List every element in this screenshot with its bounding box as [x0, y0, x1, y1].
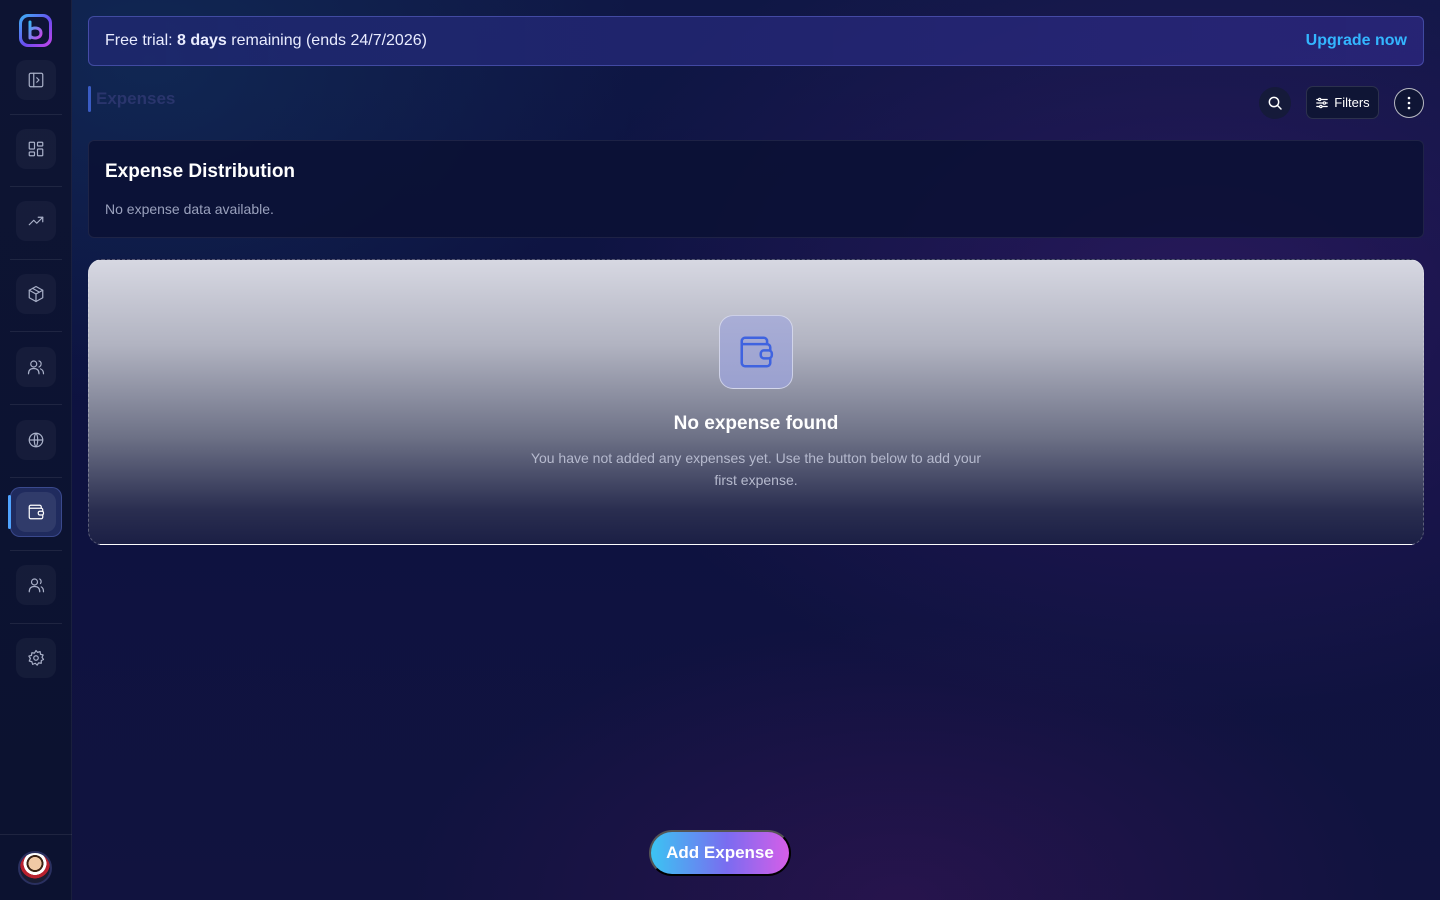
logo-b-icon — [28, 20, 43, 39]
filters-label: Filters — [1334, 95, 1370, 110]
trial-suffix: remaining (ends 24/7/2026) — [226, 32, 427, 49]
sidebar-item-customers[interactable] — [16, 347, 56, 387]
distribution-title: Expense Distribution — [105, 161, 296, 182]
distribution-empty-text: No expense data available. — [105, 201, 274, 217]
app-logo[interactable] — [19, 14, 52, 47]
divider — [10, 404, 62, 405]
sidebar-item-settings[interactable] — [16, 638, 56, 678]
sidebar-item-expenses-icon-wrap[interactable] — [16, 492, 56, 532]
sidebar-item-products[interactable] — [16, 274, 56, 314]
divider — [10, 550, 62, 551]
add-expense-button[interactable]: Add Expense — [649, 830, 791, 876]
more-options-button[interactable] — [1394, 88, 1424, 118]
package-icon — [28, 285, 44, 303]
dashboard-icon — [28, 141, 44, 157]
more-vertical-icon — [1407, 96, 1411, 110]
divider — [100, 544, 1412, 545]
page-header: Expenses — [88, 86, 175, 112]
users-icon — [27, 360, 45, 375]
logo-mark — [22, 17, 49, 44]
search-icon — [1268, 96, 1282, 110]
divider — [0, 834, 72, 835]
trial-prefix: Free trial: — [105, 32, 178, 49]
divider — [10, 623, 62, 624]
sidebar-item-global[interactable] — [16, 420, 56, 460]
sidebar-toggle-button[interactable] — [16, 60, 56, 100]
sidebar-item-dashboard[interactable] — [16, 129, 56, 169]
trial-message: Free trial: 8 days remaining (ends 24/7/… — [105, 32, 427, 50]
divider — [10, 114, 62, 115]
divider — [10, 477, 62, 478]
trial-days: 8 days — [177, 32, 227, 49]
team-icon — [28, 578, 45, 593]
trial-banner: Free trial: 8 days remaining (ends 24/7/… — [88, 16, 1424, 66]
avatar[interactable] — [18, 851, 52, 885]
empty-state-title: No expense found — [673, 413, 839, 434]
trending-up-icon — [28, 216, 44, 226]
sliders-icon — [1316, 97, 1329, 108]
globe-icon — [28, 432, 44, 448]
gear-icon — [28, 649, 45, 666]
sidebar — [0, 0, 72, 900]
expense-distribution-card: Expense Distribution No expense data ava… — [88, 140, 1424, 238]
divider — [10, 259, 62, 260]
sidebar-panel-icon — [28, 72, 44, 88]
empty-state-icon-box — [719, 315, 793, 389]
sidebar-item-team[interactable] — [16, 565, 56, 605]
empty-state-description: You have not added any expenses yet. Use… — [530, 450, 982, 488]
active-indicator — [8, 495, 11, 529]
upgrade-link[interactable]: Upgrade now — [1306, 32, 1407, 50]
title-accent-bar — [88, 86, 91, 112]
filters-button[interactable]: Filters — [1306, 86, 1379, 119]
empty-state: No expense found You have not added any … — [88, 259, 1424, 545]
search-button[interactable] — [1259, 87, 1291, 119]
wallet-icon — [28, 504, 45, 520]
page-title: Expenses — [96, 89, 176, 108]
sidebar-item-analytics[interactable] — [16, 201, 56, 241]
divider — [10, 331, 62, 332]
divider — [10, 186, 62, 187]
wallet-icon — [740, 336, 774, 368]
